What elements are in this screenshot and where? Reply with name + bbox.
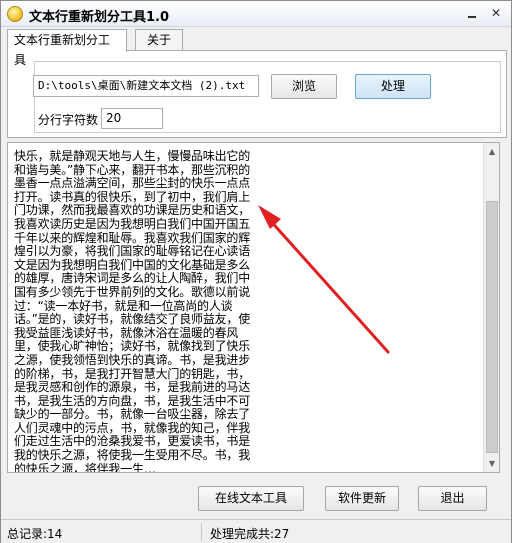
result-text: 快乐，就是静观天地与人生，慢慢品味出它的和谐与美。”静下心来，翻开书本，那些沉积… [14, 149, 251, 473]
software-update-button[interactable]: 软件更新 [325, 486, 399, 511]
title-bar: 文本行重新划分工具1.0 ✕ [1, 1, 511, 27]
app-icon [7, 6, 23, 22]
chars-per-line-label: 分行字符数 [38, 113, 99, 127]
status-bar: 总记录:14 处理完成共:27 [1, 519, 511, 543]
result-textarea[interactable]: 快乐，就是静观天地与人生，慢慢品味出它的和谐与美。”静下心来，翻开书本，那些沉积… [7, 142, 500, 473]
process-button[interactable]: 处理 [355, 74, 431, 99]
tab-main-tool[interactable]: 文本行重新划分工具 [7, 29, 127, 67]
chars-per-line-input[interactable]: 20 [101, 108, 163, 129]
scroll-thumb[interactable] [486, 201, 498, 453]
app-window: 文本行重新划分工具1.0 ✕ 文本行重新划分工具 关于 D:\tools\桌面\… [0, 0, 512, 543]
close-icon[interactable]: ✕ [487, 5, 505, 22]
status-divider [201, 523, 202, 541]
vertical-scrollbar[interactable]: ▲ ▼ [483, 143, 499, 472]
exit-button[interactable]: 退出 [418, 486, 487, 511]
minimize-icon[interactable] [463, 5, 481, 22]
window-title: 文本行重新划分工具1.0 [29, 10, 170, 25]
scroll-down-icon[interactable]: ▼ [484, 455, 499, 472]
file-path-input[interactable]: D:\tools\桌面\新建文本文档 (2).txt [33, 75, 259, 97]
online-tools-button[interactable]: 在线文本工具 [198, 486, 304, 511]
total-records-status: 总记录:14 [7, 527, 63, 541]
tab-about[interactable]: 关于 [135, 29, 183, 51]
scroll-up-icon[interactable]: ▲ [484, 143, 499, 160]
browse-button[interactable]: 浏览 [271, 74, 337, 99]
processed-count-status: 处理完成共:27 [210, 527, 290, 541]
